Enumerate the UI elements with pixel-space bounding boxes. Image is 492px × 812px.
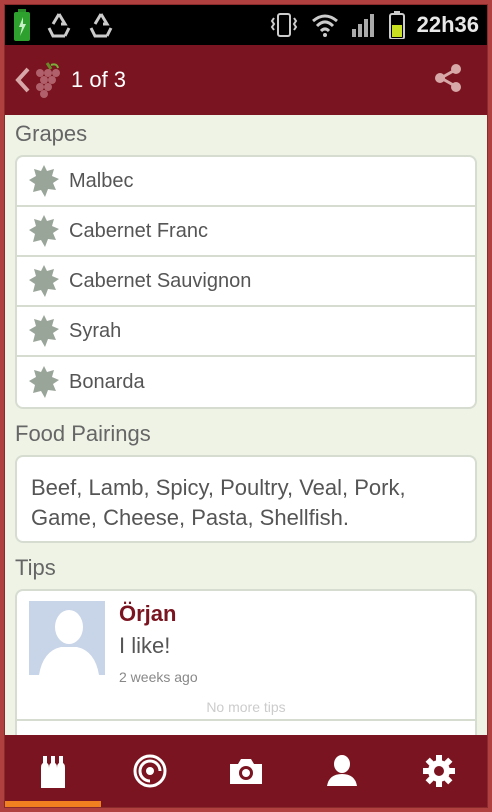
vibrate-icon — [270, 13, 297, 37]
nav-scan[interactable] — [101, 735, 197, 807]
grape-name: Cabernet Sauvignon — [69, 269, 252, 292]
grape-leaf-icon — [29, 165, 59, 197]
bottom-nav — [5, 735, 487, 807]
back-button[interactable] — [15, 61, 61, 99]
nav-camera[interactable] — [198, 735, 294, 807]
food-pairings-title: Food Pairings — [15, 421, 151, 446]
divider — [17, 719, 475, 721]
tip-text: I like! — [119, 633, 171, 658]
nav-wines[interactable] — [5, 735, 102, 807]
battery-charging-icon — [14, 9, 30, 41]
list-item[interactable]: Syrah — [17, 307, 475, 357]
list-item[interactable]: Cabernet Sauvignon — [17, 257, 475, 307]
grape-leaf-icon — [29, 366, 59, 398]
back-chevron-icon — [15, 67, 30, 93]
grape-leaf-icon — [29, 315, 59, 347]
camera-icon — [230, 759, 263, 784]
profile-icon — [327, 755, 358, 786]
list-item[interactable]: Cabernet Franc — [17, 207, 475, 257]
grape-name: Syrah — [69, 319, 122, 342]
status-time: 22h36 — [416, 12, 479, 37]
grape-name: Cabernet Franc — [69, 219, 208, 242]
tip-item[interactable]: Örjan I like! 2 weeks ago — [17, 591, 475, 695]
grapes-logo-icon — [36, 62, 60, 98]
tip-timestamp: 2 weeks ago — [119, 669, 198, 685]
tips-list: Örjan I like! 2 weeks ago No more tips — [15, 589, 477, 737]
nav-settings[interactable] — [391, 735, 487, 807]
app-bar: 1 of 3 — [5, 45, 487, 115]
list-item[interactable]: Malbec — [17, 157, 475, 207]
tip-author: Örjan — [119, 601, 177, 626]
person-silhouette-icon — [39, 610, 99, 675]
grape-leaf-icon — [29, 265, 59, 297]
no-more-tips-label: No more tips — [206, 699, 286, 715]
share-button[interactable] — [433, 63, 463, 98]
recycle-icon — [47, 13, 71, 38]
wine-bottles-icon — [41, 756, 66, 788]
food-pairings-text: Beef, Lamb, Spicy, Poultry, Veal, Pork, … — [15, 455, 477, 543]
grapes-title: Grapes — [15, 121, 88, 146]
settings-gear-icon — [422, 755, 455, 787]
signal-icon — [351, 14, 374, 37]
nav-profile[interactable] — [294, 735, 390, 807]
page-title: 1 of 3 — [71, 67, 127, 92]
grapes-list: Malbec Cabernet Franc Cabernet Sauvignon… — [15, 155, 477, 409]
wifi-icon — [311, 14, 338, 37]
share-icon — [435, 63, 461, 92]
wine-scan-icon — [133, 754, 167, 788]
recycle-icon — [89, 13, 113, 38]
tips-title: Tips — [15, 555, 56, 580]
avatar — [29, 601, 105, 675]
grape-name: Malbec — [69, 169, 134, 192]
phone-screen: 22h36 1 of 3 Grapes Malbec Cabernet Fran… — [4, 4, 488, 808]
wine-detail-content[interactable]: Grapes Malbec Cabernet Franc Cabernet Sa… — [5, 115, 487, 737]
grape-leaf-icon — [29, 215, 59, 247]
grape-name: Bonarda — [69, 370, 145, 393]
list-item[interactable]: Bonarda — [17, 357, 475, 407]
battery-icon — [388, 11, 405, 39]
status-bar: 22h36 — [5, 5, 487, 45]
